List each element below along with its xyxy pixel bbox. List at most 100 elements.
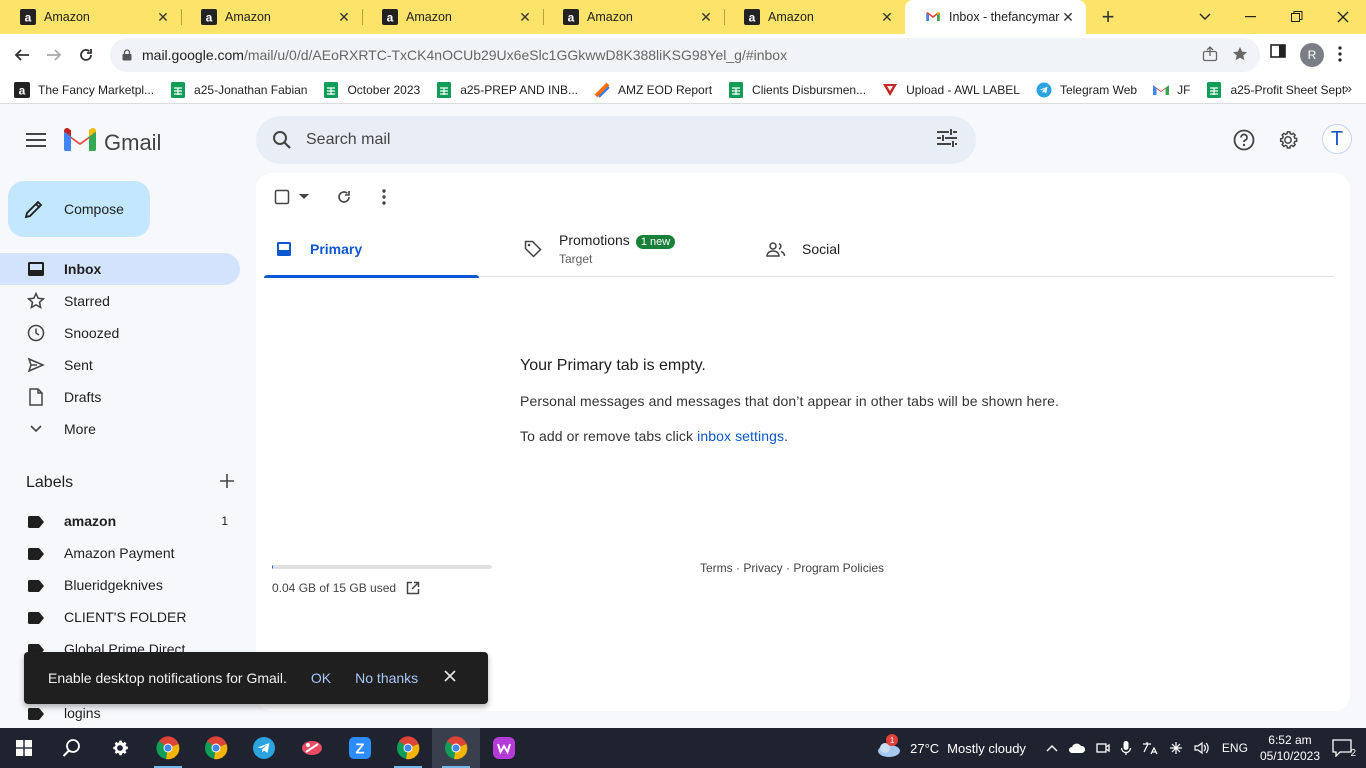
windows-start-icon[interactable] — [0, 728, 48, 768]
bookmark-label: Telegram Web — [1059, 82, 1138, 97]
camera-icon[interactable] — [1096, 741, 1110, 755]
browser-tab[interactable]: a Amazon ✕ — [0, 0, 181, 34]
tab-social[interactable]: Social — [752, 221, 1006, 277]
search-options-icon[interactable] — [936, 128, 958, 153]
close-icon[interactable] — [444, 669, 456, 687]
bookmark-item[interactable]: Clients Disbursmen... — [728, 81, 866, 98]
gmail-logo[interactable]: Gmail — [64, 128, 161, 157]
bookmark-item[interactable]: a25-Profit Sheet Sept — [1206, 81, 1345, 98]
sidebar-item-label: Drafts — [64, 389, 102, 405]
chrome-profile-icon[interactable] — [144, 728, 192, 768]
close-tab-icon[interactable]: ✕ — [879, 9, 895, 25]
sidebar-item-sent[interactable]: Sent — [0, 349, 240, 381]
label-item[interactable]: amazon 1 — [0, 505, 240, 537]
bookmark-item[interactable]: Telegram Web — [1036, 82, 1137, 98]
ime-icon[interactable] — [1142, 741, 1158, 755]
footer-links[interactable]: Terms · Privacy · Program Policies — [700, 561, 884, 575]
bookmark-item[interactable]: AMZ EOD Report — [594, 82, 712, 98]
taskbar-search-icon[interactable] — [48, 728, 96, 768]
tab-primary[interactable]: Primary — [264, 221, 499, 278]
browser-tab[interactable]: a Amazon ✕ — [362, 0, 543, 34]
help-icon[interactable] — [1228, 124, 1260, 156]
bookmarks-overflow-icon[interactable]: » — [1344, 80, 1352, 96]
sidebar-item-inbox[interactable]: Inbox — [0, 253, 240, 285]
account-avatar[interactable]: T — [1322, 124, 1352, 154]
storage-text[interactable]: 0.04 GB of 15 GB used — [272, 581, 396, 595]
notification-center-icon[interactable]: 2 — [1332, 739, 1356, 759]
main-menu-icon[interactable] — [16, 120, 56, 160]
refresh-icon[interactable] — [332, 185, 356, 209]
cloud-icon[interactable] — [1068, 742, 1086, 754]
telegram-icon[interactable] — [240, 728, 288, 768]
bookmark-item[interactable]: a25-Jonathan Fabian — [170, 81, 307, 98]
bookmark-item[interactable]: JF — [1153, 82, 1190, 98]
window-close-icon[interactable] — [1320, 0, 1366, 34]
restore-icon[interactable] — [1274, 0, 1320, 34]
new-tab-button[interactable]: + — [1086, 0, 1130, 34]
search-icon[interactable] — [258, 130, 306, 150]
snackbar-no-thanks-button[interactable]: No thanks — [355, 670, 418, 686]
share-icon[interactable] — [1202, 45, 1218, 65]
add-label-icon[interactable] — [220, 473, 234, 493]
forward-icon[interactable] — [38, 39, 70, 71]
volume-icon[interactable] — [1194, 741, 1210, 755]
network-icon[interactable] — [1168, 740, 1184, 756]
sidebar-item-drafts[interactable]: Drafts — [0, 381, 240, 413]
label-icon — [28, 515, 44, 528]
weather-temp[interactable]: 27°C — [910, 741, 939, 756]
settings-gear-icon[interactable] — [1272, 124, 1304, 156]
bookmark-item[interactable]: a25-PREP AND INB... — [436, 81, 578, 98]
reload-icon[interactable] — [70, 39, 102, 71]
tab-promotions[interactable]: Promotions 1 new Target — [499, 221, 752, 277]
weather-desc[interactable]: Mostly cloudy — [947, 741, 1026, 756]
bookmark-item[interactable]: Upload - AWL LABEL — [882, 82, 1020, 98]
weather-icon[interactable]: 1 — [876, 734, 902, 758]
snackbar-ok-button[interactable]: OK — [311, 670, 331, 686]
minimize-icon[interactable] — [1228, 0, 1274, 34]
chrome-icon[interactable] — [384, 728, 432, 768]
sidebar-item-starred[interactable]: Starred — [0, 285, 240, 317]
snipping-tool-icon[interactable] — [288, 728, 336, 768]
sidebar-item-snoozed[interactable]: Snoozed — [0, 317, 240, 349]
sidebar-item-more[interactable]: More — [0, 413, 240, 445]
close-tab-icon[interactable]: ✕ — [1060, 9, 1076, 25]
tab-search-icon[interactable] — [1182, 0, 1228, 34]
browser-tab[interactable]: a Amazon ✕ — [543, 0, 724, 34]
more-options-icon[interactable] — [372, 185, 396, 209]
chrome-profile-icon[interactable] — [432, 728, 480, 768]
browser-toolbar: mail.google.com/mail/u/0/d/AEoRXRTC-TxCK… — [0, 34, 1366, 76]
compose-button[interactable]: Compose — [8, 181, 150, 237]
close-tab-icon[interactable]: ✕ — [155, 9, 171, 25]
microphone-icon[interactable] — [1120, 740, 1132, 756]
zoom-icon[interactable]: Z — [336, 728, 384, 768]
language-indicator[interactable]: ENG — [1222, 741, 1248, 755]
browser-tab[interactable]: a Amazon ✕ — [181, 0, 362, 34]
select-checkbox[interactable] — [272, 185, 292, 209]
label-item[interactable]: Blueridgeknives — [0, 569, 240, 601]
inbox-settings-link[interactable]: inbox settings — [697, 428, 784, 444]
bookmark-item[interactable]: a The Fancy Marketpl... — [14, 81, 154, 98]
close-tab-icon[interactable]: ✕ — [517, 9, 533, 25]
chrome-menu-icon[interactable] — [1338, 46, 1342, 67]
label-item[interactable]: CLIENT'S FOLDER — [0, 601, 240, 633]
open-external-icon[interactable] — [406, 581, 420, 595]
address-bar[interactable]: mail.google.com/mail/u/0/d/AEoRXRTC-TxCK… — [110, 38, 1260, 72]
chrome-icon[interactable] — [192, 728, 240, 768]
wps-office-icon[interactable] — [480, 728, 528, 768]
bookmark-star-icon[interactable] — [1232, 46, 1248, 65]
storage-bar-fill — [272, 565, 273, 569]
select-dropdown-icon[interactable] — [294, 185, 314, 209]
chevron-up-icon[interactable] — [1046, 744, 1058, 752]
profile-avatar[interactable]: R — [1300, 43, 1324, 67]
label-item[interactable]: Amazon Payment — [0, 537, 240, 569]
browser-tab-active[interactable]: Inbox - thefancymark ✕ — [905, 0, 1086, 34]
back-icon[interactable] — [6, 39, 38, 71]
settings-gear-icon[interactable] — [96, 728, 144, 768]
clock[interactable]: 6:52 am 05/10/2023 — [1260, 732, 1320, 764]
close-tab-icon[interactable]: ✕ — [698, 9, 714, 25]
bookmark-item[interactable]: October 2023 — [323, 81, 420, 98]
browser-tab[interactable]: a Amazon ✕ — [724, 0, 905, 34]
side-panel-icon[interactable] — [1270, 43, 1286, 64]
search-input[interactable] — [306, 131, 906, 149]
close-tab-icon[interactable]: ✕ — [336, 9, 352, 25]
